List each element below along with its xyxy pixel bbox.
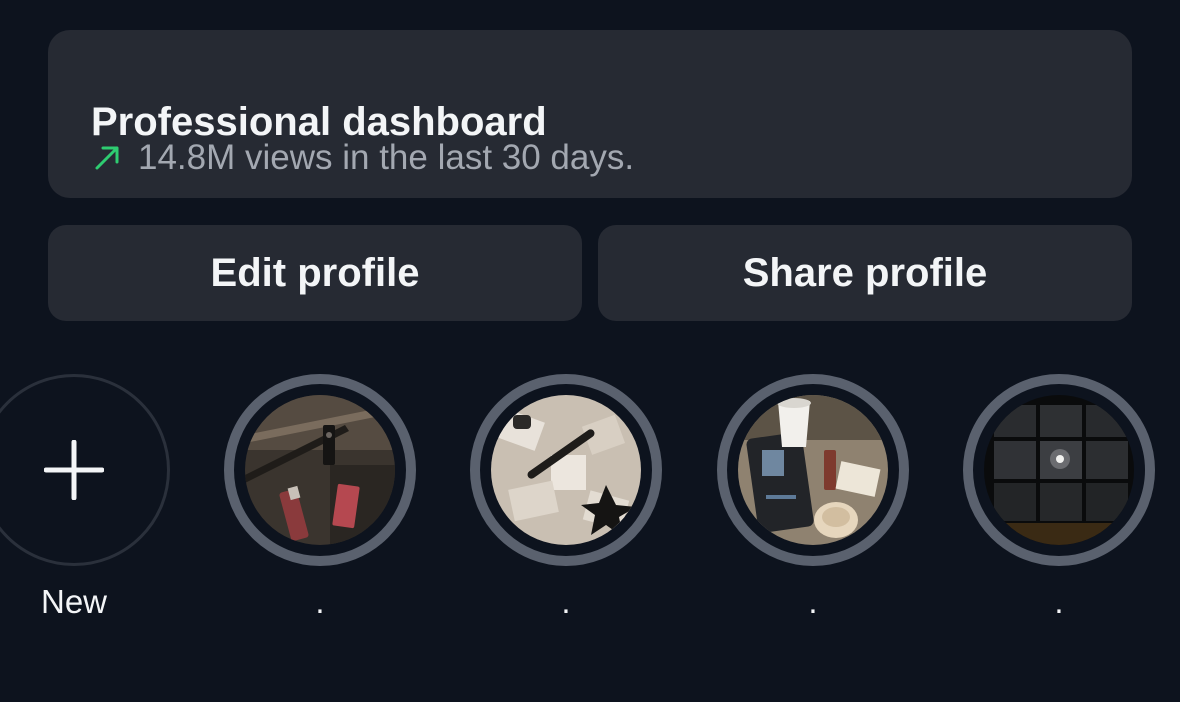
- professional-dashboard-card[interactable]: Professional dashboard 14.8M views in th…: [48, 30, 1132, 198]
- highlight-cover-image: [984, 395, 1134, 545]
- highlight-label: New: [40, 583, 108, 620]
- dashboard-stats: 14.8M views in the last 30 days.: [92, 138, 634, 178]
- plus-icon: [44, 440, 104, 500]
- views-summary: 14.8M views in the last 30 days.: [138, 138, 635, 177]
- highlight-label: .: [808, 583, 818, 620]
- trending-up-arrow-icon: [92, 143, 122, 173]
- share-profile-button[interactable]: Share profile: [598, 225, 1132, 321]
- highlight-label: .: [1054, 583, 1064, 620]
- highlight-cover-image: [738, 395, 888, 545]
- highlight-label: .: [561, 583, 571, 620]
- edit-profile-button[interactable]: Edit profile: [48, 225, 582, 321]
- highlight-cover-image: [245, 395, 395, 545]
- highlight-label: .: [315, 583, 325, 620]
- highlight-cover-image: [491, 395, 641, 545]
